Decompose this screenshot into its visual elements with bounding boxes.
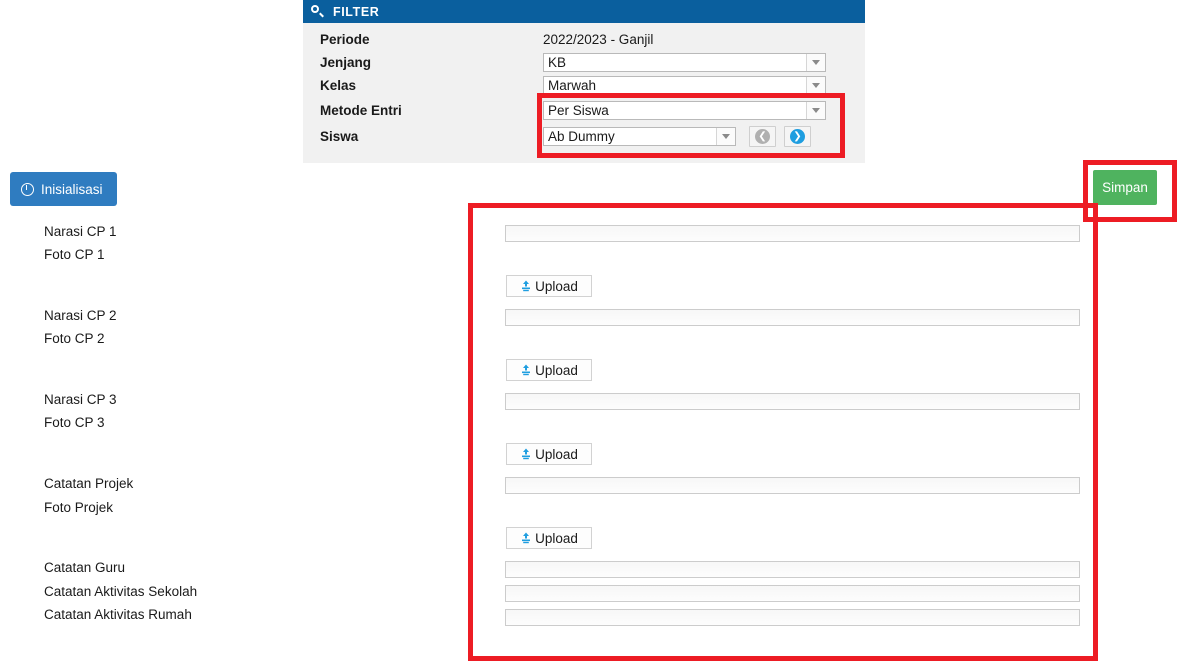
chevron-down-icon[interactable] — [806, 54, 825, 71]
upload-button-foto-cp-3[interactable]: Upload — [506, 443, 592, 465]
filter-label-siswa: Siswa — [320, 129, 359, 144]
filter-row-periode: Periode 2022/2023 - Ganjil — [303, 28, 865, 51]
filter-row-metode-entri: Metode Entri Per Siswa — [303, 99, 865, 122]
kelas-select[interactable]: Marwah — [543, 76, 826, 95]
chevron-right-circle-icon: ❯ — [790, 129, 805, 144]
filter-panel: FILTER Periode 2022/2023 - Ganjil Jenjan… — [303, 0, 865, 163]
label-foto-cp-3: Foto CP 3 — [44, 415, 105, 430]
upload-button-foto-cp-2[interactable]: Upload — [506, 359, 592, 381]
filter-label-jenjang: Jenjang — [320, 55, 372, 70]
input-catatan-aktivitas-rumah[interactable] — [505, 609, 1080, 626]
upload-icon — [520, 364, 532, 376]
label-foto-cp-1: Foto CP 1 — [44, 247, 105, 262]
input-narasi-cp-1[interactable] — [505, 225, 1080, 242]
jenjang-select[interactable]: KB — [543, 53, 826, 72]
inisialisasi-button-label: Inisialisasi — [41, 181, 103, 197]
metode-entri-select-value: Per Siswa — [548, 103, 609, 118]
label-catatan-guru: Catatan Guru — [44, 560, 126, 575]
inisialisasi-button[interactable]: Inisialisasi — [10, 172, 117, 206]
label-catatan-aktivitas-sekolah: Catatan Aktivitas Sekolah — [44, 584, 198, 599]
simpan-button[interactable]: Simpan — [1093, 170, 1157, 205]
chevron-down-icon[interactable] — [806, 77, 825, 94]
label-foto-projek: Foto Projek — [44, 500, 114, 515]
label-narasi-cp-3: Narasi CP 3 — [44, 392, 117, 407]
input-catatan-aktivitas-sekolah[interactable] — [505, 585, 1080, 602]
chevron-down-icon[interactable] — [806, 102, 825, 119]
label-foto-cp-2: Foto CP 2 — [44, 331, 105, 346]
upload-icon — [520, 280, 532, 292]
search-icon — [311, 4, 325, 19]
filter-label-kelas: Kelas — [320, 78, 357, 93]
siswa-next-button[interactable]: ❯ — [784, 126, 811, 147]
label-narasi-cp-2: Narasi CP 2 — [44, 308, 117, 323]
filter-label-periode: Periode — [320, 32, 370, 47]
filter-panel-title: FILTER — [333, 4, 380, 19]
upload-button-label: Upload — [535, 530, 578, 546]
left-label-column: Inisialisasi Narasi CP 1 Foto CP 1 Naras… — [0, 0, 300, 667]
chevron-left-circle-icon: ❮ — [755, 129, 770, 144]
upload-button-foto-cp-1[interactable]: Upload — [506, 275, 592, 297]
filter-value-periode: 2022/2023 - Ganjil — [543, 32, 654, 47]
siswa-select-value: Ab Dummy — [548, 129, 615, 144]
upload-button-label: Upload — [535, 362, 578, 378]
input-narasi-cp-3[interactable] — [505, 393, 1080, 410]
input-narasi-cp-2[interactable] — [505, 309, 1080, 326]
siswa-select[interactable]: Ab Dummy — [543, 127, 736, 146]
clock-icon — [21, 182, 34, 196]
label-narasi-cp-1: Narasi CP 1 — [44, 224, 117, 239]
upload-button-label: Upload — [535, 278, 578, 294]
input-catatan-projek[interactable] — [505, 477, 1080, 494]
filter-row-jenjang: Jenjang KB — [303, 51, 865, 74]
upload-icon — [520, 532, 532, 544]
upload-icon — [520, 448, 532, 460]
input-catatan-guru[interactable] — [505, 561, 1080, 578]
jenjang-select-value: KB — [548, 55, 567, 70]
filter-panel-header: FILTER — [303, 0, 865, 23]
kelas-select-value: Marwah — [548, 78, 597, 93]
siswa-prev-button[interactable]: ❮ — [749, 126, 776, 147]
chevron-down-icon[interactable] — [716, 128, 735, 145]
filter-row-kelas: Kelas Marwah — [303, 74, 865, 97]
upload-button-label: Upload — [535, 446, 578, 462]
label-catatan-aktivitas-rumah: Catatan Aktivitas Rumah — [44, 607, 192, 622]
label-catatan-projek: Catatan Projek — [44, 476, 134, 491]
metode-entri-select[interactable]: Per Siswa — [543, 101, 826, 120]
filter-row-siswa: Siswa Ab Dummy ❮ ❯ — [303, 125, 865, 148]
filter-label-metode-entri: Metode Entri — [320, 103, 402, 118]
upload-button-foto-projek[interactable]: Upload — [506, 527, 592, 549]
